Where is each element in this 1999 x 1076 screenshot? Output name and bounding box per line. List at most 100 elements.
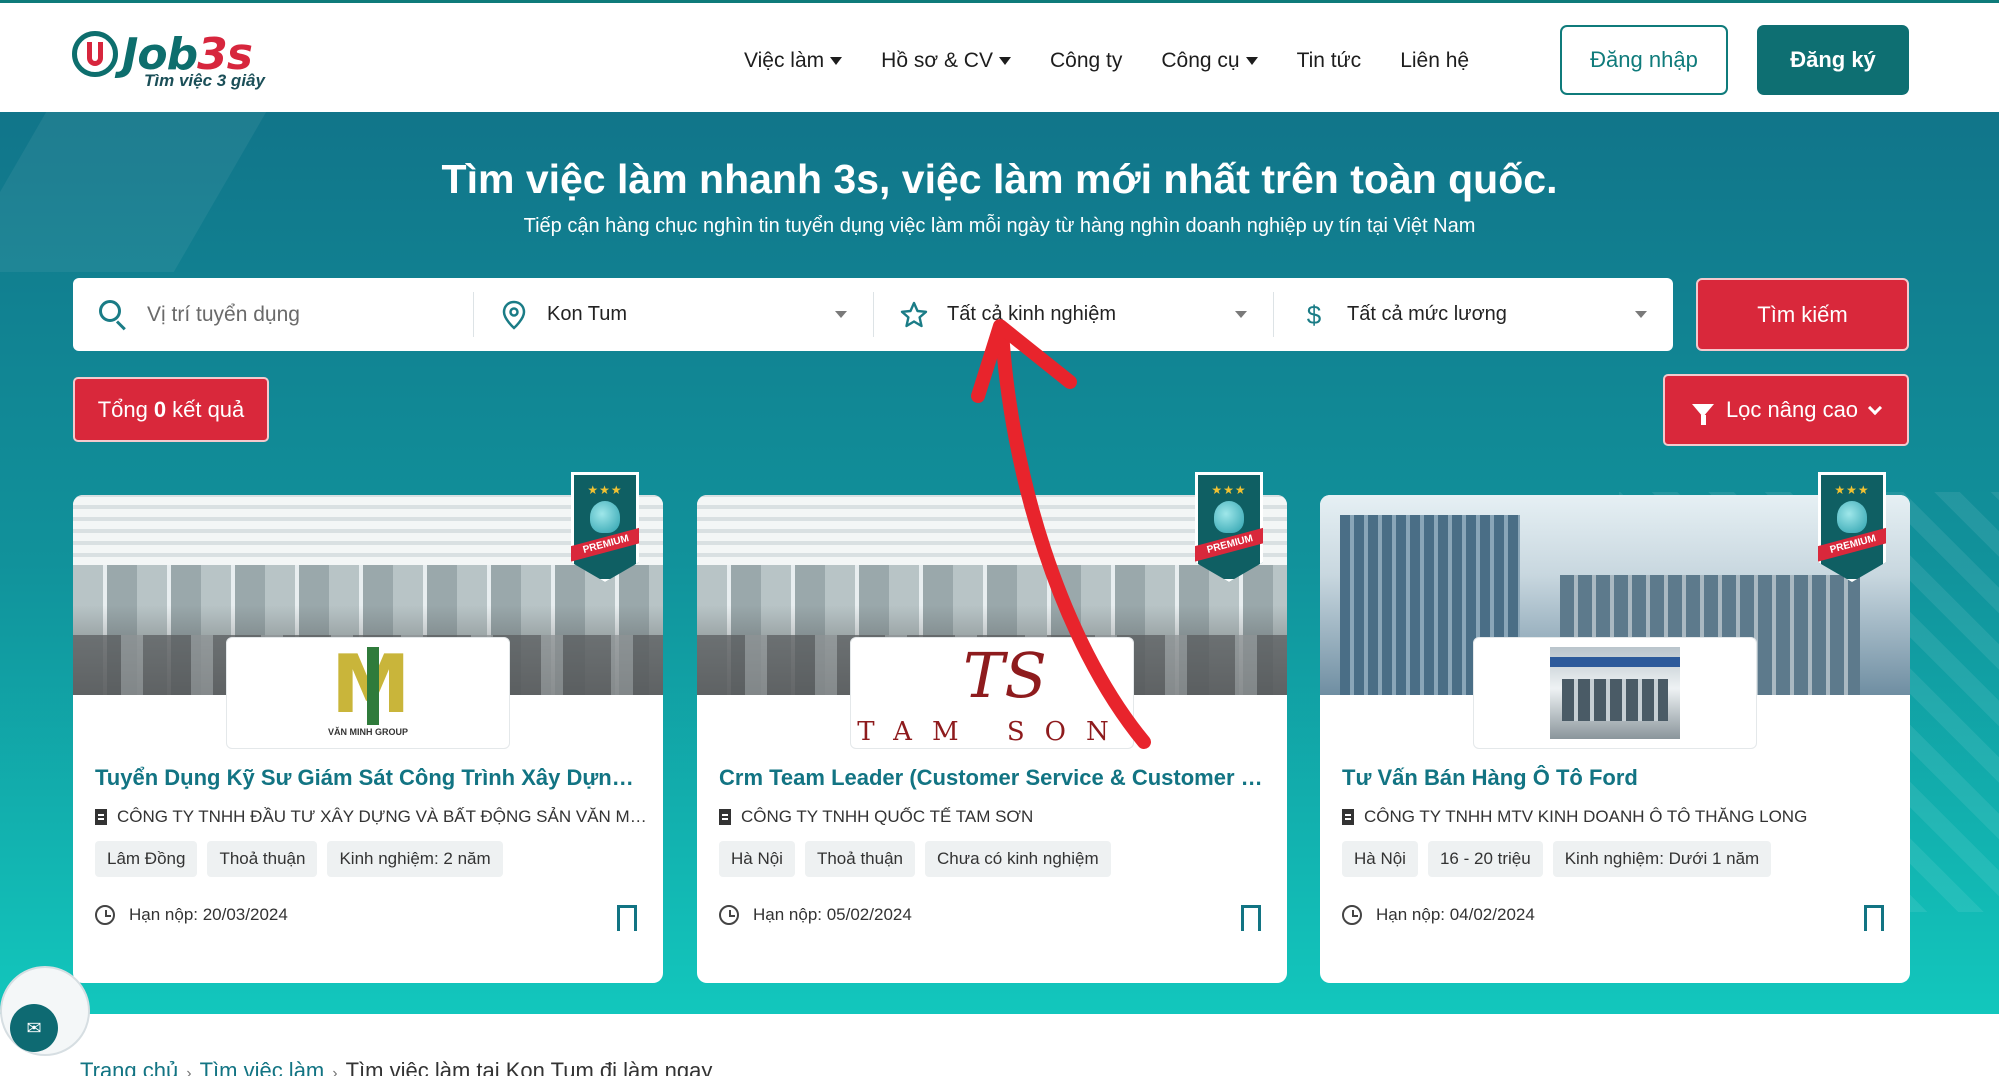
nav-label: Liên hệ [1400,49,1470,72]
register-button[interactable]: Đăng ký [1757,25,1909,95]
results-count-badge: Tổng 0 kết quả [73,377,269,442]
nav-label: Công ty [1049,49,1123,72]
nav-viec-lam[interactable]: Việc làm [744,47,843,75]
hero-title: Tìm việc làm nhanh 3s, việc làm mới nhất… [441,156,1558,202]
clock-icon [719,905,739,925]
search-icon [99,300,127,331]
job-deadline: Hạn nộp: 05/02/2024 [719,905,912,925]
tag-experience: Kinh nghiệm: Dưới 1 năm [1552,841,1772,877]
tag-experience: Chưa có kinh nghiệm [924,841,1111,877]
job-company: CÔNG TY TNHH QUỐC TẾ TAM SƠN [719,807,1271,827]
position-input[interactable] [147,302,427,327]
badge-stars: ★★★ [1211,483,1247,497]
job-card[interactable]: M VĂN MINH GROUP Tuyển Dụng Kỹ Sư Giám S… [73,495,663,983]
job-card[interactable]: TS TAM SON Crm Team Leader (Customer Ser… [697,495,1287,983]
filter-icon [1691,403,1714,425]
company-name: CÔNG TY TNHH MTV KINH DOANH Ô TÔ THĂNG L… [1364,807,1808,826]
breadcrumb-home[interactable]: Trang chủ [80,1058,178,1076]
nav-cong-cu[interactable]: Công cụ [1161,47,1258,75]
nav-tin-tuc[interactable]: Tin tức [1297,47,1362,75]
dollar-icon: $ [1306,300,1322,330]
company-logo: M VĂN MINH GROUP [226,637,510,749]
clock-icon [95,905,115,925]
nav-lien-he[interactable]: Liên hệ [1400,47,1469,75]
deadline-text: Hạn nộp: 05/02/2024 [753,905,912,924]
search-button[interactable]: Tìm kiếm [1696,278,1909,351]
site-logo[interactable]: Job3s Tìm việc 3 giây [70,27,300,95]
tag-salary: Thoả thuận [207,841,318,877]
job-title[interactable]: Tuyển Dụng Kỹ Sư Giám Sát Công Trình Xây… [95,765,647,791]
logo-mark-icon [72,31,118,77]
breadcrumb-current: Tìm việc làm tại Kon Tum đi làm ngay [345,1058,713,1076]
location-select[interactable]: Kon Tum [473,278,873,351]
search-bar: Kon Tum Tất cả kinh nghiệm $ Tất cả mức … [73,278,1673,351]
bookmark-icon[interactable] [617,905,637,931]
nav-label: Tin tức [1296,49,1362,72]
experience-value: Tất cả kinh nghiệm [947,303,1116,325]
job-deadline: Hạn nộp: 04/02/2024 [1342,905,1535,925]
clock-icon [1342,905,1362,925]
premium-badge-icon: ★★★ PREMIUM [1818,472,1886,582]
deadline-text: Hạn nộp: 04/02/2024 [1376,905,1535,924]
company-logo: TS TAM SON [850,637,1134,749]
nav-label: Công cụ [1161,49,1240,72]
experience-select[interactable]: Tất cả kinh nghiệm [873,278,1273,351]
caret-down-icon [998,57,1011,65]
advanced-filter-button[interactable]: Lọc nâng cao [1663,374,1909,446]
contact-widget[interactable]: ✉ [0,966,90,1056]
nav-ho-so-cv[interactable]: Hồ sơ & CV [881,47,1011,75]
site-header: Job3s Tìm việc 3 giây Việc làm Hồ sơ & C… [0,0,1999,112]
job-tags: Hà Nội 16 - 20 triệu Kinh nghiệm: Dưới 1… [1342,841,1772,877]
results-prefix: Tổng [97,396,148,422]
badge-stars: ★★★ [587,483,623,497]
building-icon [719,809,731,825]
bookmark-icon[interactable] [1864,905,1884,931]
job-tags: Lâm Đồng Thoả thuận Kinh nghiệm: 2 năm [95,841,503,877]
logo-caption: TAM SON [857,717,1129,747]
login-button[interactable]: Đăng nhập [1560,25,1728,95]
hero-subtitle: Tiếp cận hàng chục nghìn tin tuyển dụng … [523,215,1476,237]
salary-select[interactable]: $ Tất cả mức lương [1273,278,1673,351]
breadcrumb-find-jobs[interactable]: Tìm việc làm [200,1058,325,1076]
premium-badge-icon: ★★★ PREMIUM [1195,472,1263,582]
building-icon [1342,809,1354,825]
hero-section: Tìm việc làm nhanh 3s, việc làm mới nhất… [0,112,1999,1014]
breadcrumb: Trang chủ › Tìm việc làm › Tìm việc làm tại … [80,1058,712,1076]
caret-down-icon [830,57,843,65]
company-name: CÔNG TY TNHH QUỐC TẾ TAM SƠN [741,807,1034,826]
nav-cong-ty[interactable]: Công ty [1050,47,1122,75]
caret-down-icon [1245,57,1258,65]
job-tags: Hà Nội Thoả thuận Chưa có kinh nghiệm [719,841,1111,877]
tag-experience: Kinh nghiệm: 2 năm [327,841,503,877]
nav-label: Việc làm [744,49,825,72]
tag-salary: 16 - 20 triệu [1427,841,1543,877]
dropdown-arrow-icon [835,311,847,318]
nav-label: Hồ sơ & CV [881,49,993,72]
job-title[interactable]: Crm Team Leader (Customer Service & Cust… [719,765,1271,791]
map-pin-icon [499,300,529,330]
premium-badge-icon: ★★★ PREMIUM [571,472,639,582]
job-company: CÔNG TY TNHH ĐẦU TƯ XÂY DỰNG VÀ BẤT ĐỘNG… [95,807,647,827]
job-deadline: Hạn nộp: 20/03/2024 [95,905,288,925]
position-search-field[interactable] [73,278,473,351]
filter-label: Lọc nâng cao [1725,397,1859,422]
tag-salary: Thoả thuận [804,841,915,877]
star-icon [899,300,929,330]
dealer-photo [1550,647,1680,739]
job-company: CÔNG TY TNHH MTV KINH DOANH Ô TÔ THĂNG L… [1342,807,1894,827]
results-count: 0 [153,396,167,422]
bookmark-icon[interactable] [1241,905,1261,931]
chevron-down-icon [1867,400,1883,415]
logo-bar [367,647,379,725]
job-title[interactable]: Tư Vấn Bán Hàng Ô Tô Ford [1342,765,1894,791]
job-card[interactable]: Tư Vấn Bán Hàng Ô Tô Ford CÔNG TY TNHH M… [1320,495,1910,983]
breadcrumb-separator: › [186,1065,192,1076]
company-logo [1473,637,1757,749]
dropdown-arrow-icon [1635,311,1647,318]
building-icon [95,809,107,825]
results-suffix: kết quả [172,396,245,422]
salary-value: Tất cả mức lương [1347,303,1507,325]
breadcrumb-separator: › [332,1065,338,1076]
tag-location: Hà Nội [1342,841,1418,877]
logo-tagline: Tìm việc 3 giây [144,71,265,90]
